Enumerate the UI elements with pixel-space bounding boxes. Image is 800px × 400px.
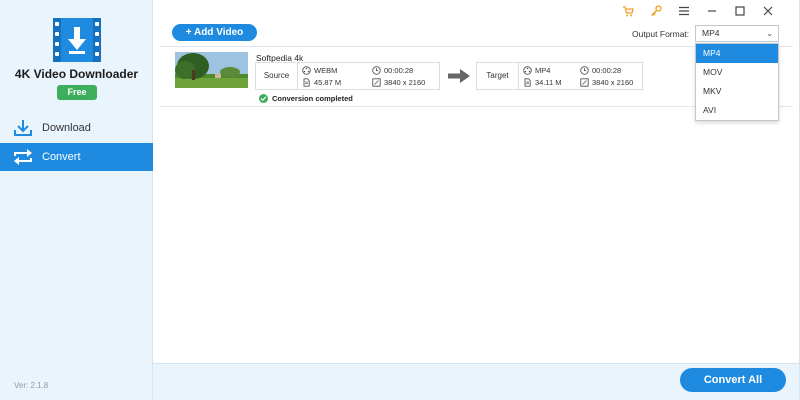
add-video-button[interactable]: + Add Video xyxy=(172,24,257,41)
sidebar-item-label: Download xyxy=(42,122,91,134)
source-label: Source xyxy=(256,63,298,89)
version-label: Ver: 2.1.8 xyxy=(14,381,49,390)
convert-icon xyxy=(12,148,34,166)
app-name: 4K Video Downloader xyxy=(14,67,139,81)
source-format: WEBM xyxy=(302,66,337,75)
target-resolution: 3840 x 2160 xyxy=(580,78,633,87)
sidebar-item-label: Convert xyxy=(42,151,81,163)
output-format-label: Output Format: xyxy=(632,29,690,39)
output-format-dropdown: MP4 MOV MKV AVI xyxy=(695,43,779,121)
cart-icon[interactable] xyxy=(614,3,642,19)
source-resolution: 3840 x 2160 xyxy=(372,78,425,87)
source-size: 45.87 M xyxy=(302,78,341,87)
window-controls xyxy=(614,3,782,19)
format-option-mov[interactable]: MOV xyxy=(696,63,778,82)
target-info-box: Target MP4 00:00:28 34.11 M 3840 x 2160 xyxy=(476,62,643,90)
file-icon xyxy=(302,78,311,87)
video-thumbnail xyxy=(175,52,248,88)
minimize-icon[interactable] xyxy=(698,3,726,19)
arrow-right-icon xyxy=(448,69,470,83)
key-icon[interactable] xyxy=(642,3,670,19)
source-info-box: Source WEBM 00:00:28 45.87 M 3840 x 2160 xyxy=(255,62,440,90)
file-icon xyxy=(523,78,532,87)
output-format-select[interactable]: MP4 ⌄ xyxy=(695,25,779,42)
maximize-icon[interactable] xyxy=(726,3,754,19)
conversion-status: Conversion completed xyxy=(259,94,353,103)
resolution-icon xyxy=(580,78,589,87)
source-duration: 00:00:28 xyxy=(372,66,413,75)
format-option-avi[interactable]: AVI xyxy=(696,101,778,120)
status-text: Conversion completed xyxy=(272,94,353,103)
target-label: Target xyxy=(477,63,519,89)
app-logo-icon xyxy=(53,18,101,62)
chevron-down-icon: ⌄ xyxy=(766,29,773,38)
sidebar: 4K Video Downloader Free Download Conver… xyxy=(0,0,153,400)
film-reel-icon xyxy=(523,66,532,75)
target-size: 34.11 M xyxy=(523,78,562,87)
close-icon[interactable] xyxy=(754,3,782,19)
film-reel-icon xyxy=(302,66,311,75)
download-icon xyxy=(12,119,34,137)
clock-icon xyxy=(372,66,381,75)
target-duration: 00:00:28 xyxy=(580,66,621,75)
resolution-icon xyxy=(372,78,381,87)
convert-all-button[interactable]: Convert All xyxy=(680,368,786,392)
free-badge: Free xyxy=(57,85,97,100)
format-option-mp4[interactable]: MP4 xyxy=(696,44,778,63)
check-circle-icon xyxy=(259,94,268,103)
clock-icon xyxy=(580,66,589,75)
menu-icon[interactable] xyxy=(670,3,698,19)
target-format: MP4 xyxy=(523,66,550,75)
sidebar-item-convert[interactable]: Convert xyxy=(0,143,153,171)
sidebar-item-download[interactable]: Download xyxy=(0,114,153,142)
output-format-value: MP4 xyxy=(702,28,720,38)
format-option-mkv[interactable]: MKV xyxy=(696,82,778,101)
